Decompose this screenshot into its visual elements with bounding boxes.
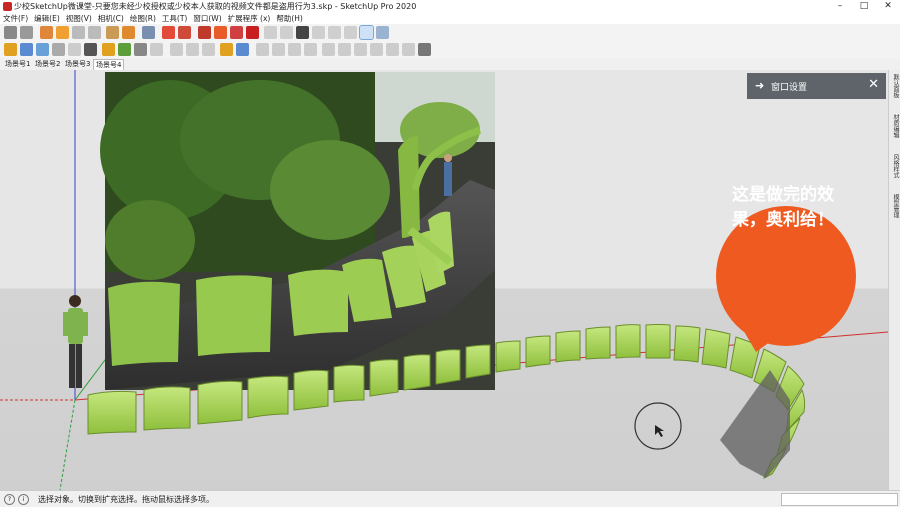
leaf-icon[interactable] xyxy=(118,43,131,56)
model-viewport[interactable] xyxy=(0,70,888,490)
menu-camera[interactable]: 相机(C) xyxy=(95,13,127,24)
arrow-right-icon: ➜ xyxy=(755,79,765,92)
mouse-cursor-icon xyxy=(655,425,664,437)
tag-icon[interactable] xyxy=(304,43,317,56)
view-style-icon[interactable] xyxy=(359,25,374,40)
tab-scene-3[interactable]: 场景号3 xyxy=(63,59,92,69)
shield-2-icon[interactable] xyxy=(102,43,115,56)
callout-line-1: 这是做完的效 xyxy=(732,185,834,205)
step-back-icon[interactable] xyxy=(88,26,101,39)
panel-close-button[interactable]: ✕ xyxy=(868,77,879,92)
stop-icon[interactable] xyxy=(72,26,85,39)
wall-icon[interactable] xyxy=(370,43,383,56)
window-settings-panel[interactable]: ➜ 窗口设置 ✕ xyxy=(747,73,886,99)
menu-edit[interactable]: 编辑(E) xyxy=(31,13,63,24)
grid-icon[interactable] xyxy=(134,43,147,56)
expand-icon[interactable] xyxy=(344,26,357,39)
new-file-icon[interactable] xyxy=(264,26,277,39)
scene-tabs: 场景号1 场景号2 场景号3 场景号4 xyxy=(0,58,900,70)
measurements-box[interactable] xyxy=(781,493,898,506)
image-icon[interactable] xyxy=(236,43,249,56)
toolbar-row-1 xyxy=(0,24,900,41)
callout-text: 这是做完的效 果，奥利给！ xyxy=(698,183,868,233)
tab-scene-1[interactable]: 场景号1 xyxy=(3,59,32,69)
green-axis-neg xyxy=(59,399,76,490)
cut-icon[interactable] xyxy=(312,26,325,39)
paint-tool-icon[interactable] xyxy=(40,26,53,39)
layout-icon[interactable] xyxy=(246,26,259,39)
extension-icon[interactable] xyxy=(214,26,227,39)
table-2-icon[interactable] xyxy=(186,43,199,56)
select-tool-icon[interactable] xyxy=(4,26,17,39)
position-camera-icon[interactable] xyxy=(122,26,135,39)
menu-draw[interactable]: 绘图(R) xyxy=(127,13,159,24)
folder-red-icon[interactable] xyxy=(230,26,243,39)
save-icon[interactable] xyxy=(296,26,309,39)
maximize-button[interactable]: □ xyxy=(852,0,876,13)
roof-icon[interactable] xyxy=(386,43,399,56)
tray-tab-styles[interactable]: 风格样式 xyxy=(890,154,900,178)
minimize-button[interactable]: – xyxy=(828,0,852,13)
menu-extensions[interactable]: 扩展程序 (x) xyxy=(225,13,274,24)
link-icon[interactable] xyxy=(52,43,65,56)
copy-icon[interactable] xyxy=(328,26,341,39)
open-file-icon[interactable] xyxy=(280,26,293,39)
eraser-tool-icon[interactable] xyxy=(20,26,33,39)
tray-tab-outliner[interactable]: 模型管理 xyxy=(890,194,900,218)
unlock-icon[interactable] xyxy=(288,43,301,56)
play-icon[interactable] xyxy=(56,26,69,39)
close-window-button[interactable]: ✕ xyxy=(876,0,900,13)
table-3-icon[interactable] xyxy=(202,43,215,56)
help-icon[interactable]: ? xyxy=(4,494,15,505)
camera-icon[interactable] xyxy=(256,43,269,56)
walk-icon[interactable] xyxy=(106,26,119,39)
target-icon[interactable] xyxy=(376,26,389,39)
fence-icon[interactable] xyxy=(402,43,415,56)
sketchup-app-icon xyxy=(3,2,12,11)
status-message: 选择对象。切换到扩充选择。拖动鼠标选择多项。 xyxy=(38,495,214,504)
orbit-cursor-ring xyxy=(634,402,682,450)
viewport-canvas xyxy=(0,70,888,490)
menu-bar: 文件(F) 编辑(E) 视图(V) 相机(C) 绘图(R) 工具(T) 窗口(W) 扩展程序 … xyxy=(0,13,900,24)
window-settings-label: 窗口设置 xyxy=(771,83,808,93)
menu-file[interactable]: 文件(F) xyxy=(0,13,31,24)
globe-icon[interactable] xyxy=(418,43,431,56)
component-icon[interactable] xyxy=(198,26,211,39)
reference-photo[interactable] xyxy=(100,72,495,390)
cloud-icon[interactable] xyxy=(36,43,49,56)
menu-tools[interactable]: 工具(T) xyxy=(159,13,190,24)
title-bar: 少校SketchUp微课堂-只要您未经少校授权或少校本人获取的视频文件都是盗用行… xyxy=(0,0,900,13)
window-title: 少校SketchUp微课堂-只要您未经少校授权或少校本人获取的视频文件都是盗用行… xyxy=(14,2,417,11)
tab-scene-4[interactable]: 场景号4 xyxy=(93,59,125,70)
speaker-icon[interactable] xyxy=(150,43,163,56)
lock-icon[interactable] xyxy=(272,43,285,56)
callout-line-2: 果，奥利给！ xyxy=(732,210,834,230)
frame-icon[interactable] xyxy=(68,43,81,56)
hammer-icon[interactable] xyxy=(84,43,97,56)
print-icon[interactable] xyxy=(142,26,155,39)
tab-scene-2[interactable]: 场景号2 xyxy=(33,59,62,69)
menu-view[interactable]: 视图(V) xyxy=(63,13,95,24)
window-icon[interactable] xyxy=(338,43,351,56)
stairs-icon[interactable] xyxy=(354,43,367,56)
info-icon[interactable]: i xyxy=(18,494,29,505)
person-icon[interactable] xyxy=(220,43,233,56)
table-icon[interactable] xyxy=(170,43,183,56)
menu-help[interactable]: 帮助(H) xyxy=(273,13,306,24)
tray-tab-materials[interactable]: 材质编辑 xyxy=(890,114,900,138)
door-icon[interactable] xyxy=(322,43,335,56)
gear-red-icon[interactable] xyxy=(162,26,175,39)
shield-icon[interactable] xyxy=(4,43,17,56)
right-tray: 默认面板 材质编辑 风格样式 模型管理 xyxy=(888,70,900,490)
status-bar: ? i 选择对象。切换到扩充选择。拖动鼠标选择多项。 xyxy=(0,490,900,507)
toolbar-row-2 xyxy=(0,41,900,58)
rotate-icon[interactable] xyxy=(20,43,33,56)
warehouse-icon[interactable] xyxy=(178,26,191,39)
menu-window[interactable]: 窗口(W) xyxy=(190,13,224,24)
tray-tab-default[interactable]: 默认面板 xyxy=(890,74,900,98)
